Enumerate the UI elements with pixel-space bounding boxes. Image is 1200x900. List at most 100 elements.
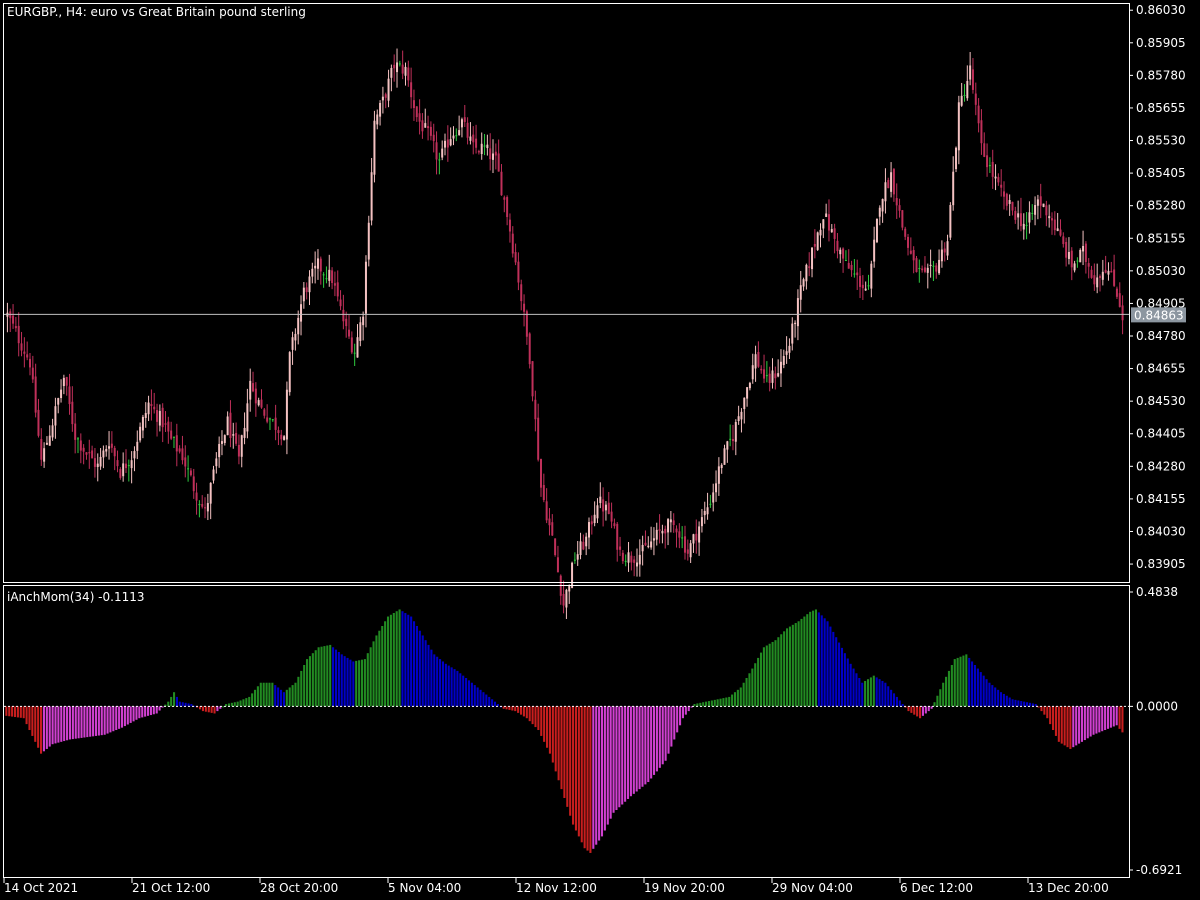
price-tick-label: 0.86030: [1136, 3, 1186, 17]
candle-body: [283, 436, 286, 440]
candle-body: [548, 518, 551, 526]
candle-body: [655, 529, 658, 540]
candle-body: [274, 417, 277, 430]
candle-body: [1087, 263, 1090, 267]
histogram-bar: [826, 621, 829, 707]
time-tick-label: 19 Nov 20:00: [644, 881, 725, 895]
histogram-bar: [924, 706, 927, 714]
candle-body: [1096, 277, 1099, 288]
candle-body: [734, 422, 737, 442]
candle-body: [54, 406, 57, 426]
histogram-bar: [340, 654, 343, 707]
price-axis[interactable]: 0.86030 0.85905 0.85780 0.85655 0.85530 0.854…: [1129, 3, 1186, 571]
histogram-bar: [386, 616, 390, 707]
candle-body: [523, 303, 526, 312]
histogram-bar: [285, 689, 288, 707]
candle-body: [737, 416, 740, 422]
candle-body: [1107, 270, 1110, 275]
histogram-bar: [39, 706, 43, 754]
histogram-bar: [780, 634, 783, 707]
histogram-bar: [609, 706, 612, 819]
histogram-bar: [1023, 701, 1026, 707]
histogram-bar: [1005, 695, 1008, 707]
histogram-bar: [936, 695, 939, 707]
candle-body: [740, 411, 743, 420]
histogram-bar: [595, 706, 598, 845]
histogram-bar: [19, 706, 22, 718]
candle-body: [220, 441, 223, 444]
histogram-bar: [389, 614, 392, 707]
candle-body: [345, 318, 348, 327]
candle-body: [122, 463, 125, 477]
histogram-bar: [245, 698, 248, 707]
candle-body: [1082, 246, 1085, 252]
histogram-bar: [592, 706, 595, 849]
histogram-bar: [1025, 702, 1029, 707]
histogram-bar: [92, 706, 95, 737]
candle-body: [156, 410, 159, 422]
candle-body: [675, 528, 678, 533]
candle-body: [1039, 196, 1042, 206]
histogram-bar: [572, 706, 575, 825]
candle-body: [449, 139, 452, 146]
time-axis[interactable]: 14 Oct 2021 21 Oct 12:00 28 Oct 20:00 5 Nov…: [3, 878, 1109, 895]
trading-chart[interactable]: EURGBP., H4: euro vs Great Britain pound…: [0, 0, 1200, 900]
candle-body: [726, 441, 729, 450]
histogram-bar: [230, 702, 233, 707]
histogram-bar: [25, 706, 28, 725]
candle-body: [342, 309, 345, 322]
candle-body: [460, 119, 463, 128]
candle-body: [288, 352, 291, 393]
histogram-bar: [16, 706, 19, 718]
histogram-bar: [418, 630, 421, 707]
candle-body: [475, 138, 478, 148]
histogram-bar: [5, 706, 8, 716]
histogram-bar: [895, 696, 898, 707]
candle-body: [633, 559, 636, 563]
candle-body: [929, 264, 932, 266]
candle-body: [590, 521, 593, 525]
histogram-bar: [838, 642, 841, 707]
candle-body: [681, 537, 684, 539]
candle-body: [678, 531, 681, 538]
histogram-bar: [213, 706, 216, 714]
candle-body: [957, 102, 960, 151]
histogram-bar: [600, 706, 604, 837]
candle-body: [624, 560, 627, 562]
histogram-bar: [242, 699, 245, 707]
candle-body: [571, 562, 574, 588]
histogram-bar: [439, 659, 442, 707]
candle-body: [124, 463, 127, 469]
histogram-bar: [459, 673, 462, 707]
price-tick-label: 0.84280: [1136, 459, 1186, 473]
histogram-bar: [491, 699, 494, 707]
histogram-bar: [346, 657, 349, 707]
candle-body: [209, 482, 212, 504]
candle-body: [1048, 216, 1051, 219]
histogram-bar: [939, 689, 942, 707]
candle-body: [415, 106, 418, 118]
indicator-axis[interactable]: 0.4838 0.0000 -0.6921: [1129, 585, 1182, 877]
histogram-bar: [713, 699, 716, 707]
histogram-bar: [652, 706, 656, 775]
candle-body: [785, 351, 788, 355]
candle-body: [599, 496, 602, 504]
histogram-bar: [548, 706, 551, 754]
histogram-bar: [372, 641, 375, 707]
histogram-bar: [855, 673, 858, 707]
candle-body: [836, 240, 839, 252]
candle-body: [763, 369, 766, 379]
candle-body: [458, 130, 461, 135]
histogram-bar: [51, 706, 54, 745]
candle-body: [511, 233, 514, 254]
histogram-bar: [971, 661, 974, 707]
candle-body: [370, 172, 373, 221]
candle-body: [811, 247, 814, 270]
time-tick-label: 28 Oct 20:00: [260, 881, 338, 895]
candle-body: [813, 244, 816, 247]
candle-body: [116, 460, 119, 467]
histogram-bar: [135, 706, 138, 720]
histogram-bar: [806, 614, 809, 707]
histogram-bar: [1066, 706, 1069, 748]
histogram-bar: [48, 706, 51, 747]
